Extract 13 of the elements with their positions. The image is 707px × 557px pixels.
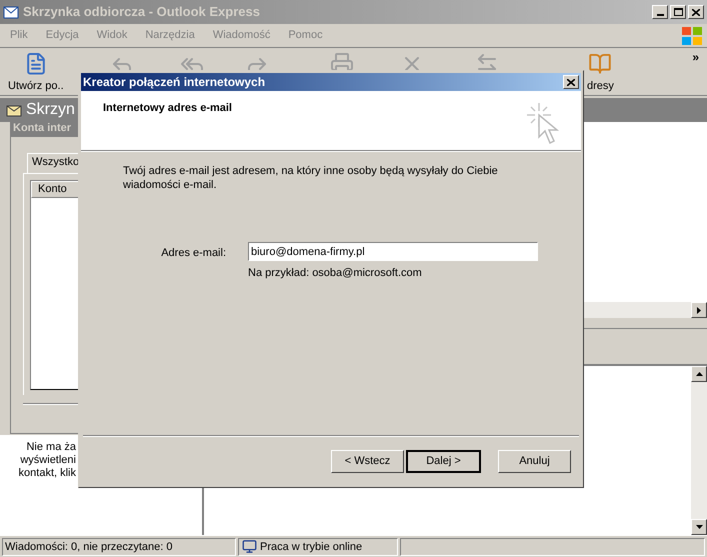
- wizard-heading: Internetowy adres e-mail: [103, 103, 232, 116]
- status-connection: Praca w trybie online: [238, 538, 398, 556]
- dialog-title: Kreator połączeń internetowych: [83, 76, 266, 88]
- wizard-description: Twój adres e-mail jest adresem, na który inne osoby będą wysyłały do Ciebie wiadomości e-mail.: [122, 164, 499, 192]
- status-messages: Wiadomości: 0, nie przeczytane: 0: [2, 538, 236, 556]
- example-hint: Na przykład: osoba@microsoft.com: [248, 266, 423, 281]
- dialog-title: Konta inter: [13, 122, 72, 134]
- folder-title: Skrzyn: [26, 102, 75, 118]
- contacts-message: wyświetleni: [20, 454, 76, 467]
- contacts-message: kontakt, klik: [18, 467, 76, 480]
- window-title: Skrzynka odbiorcza - Outlook Express: [23, 3, 260, 22]
- field-label: Adres e-mail:: [160, 246, 227, 261]
- contacts-message: Nie ma ża: [26, 441, 76, 454]
